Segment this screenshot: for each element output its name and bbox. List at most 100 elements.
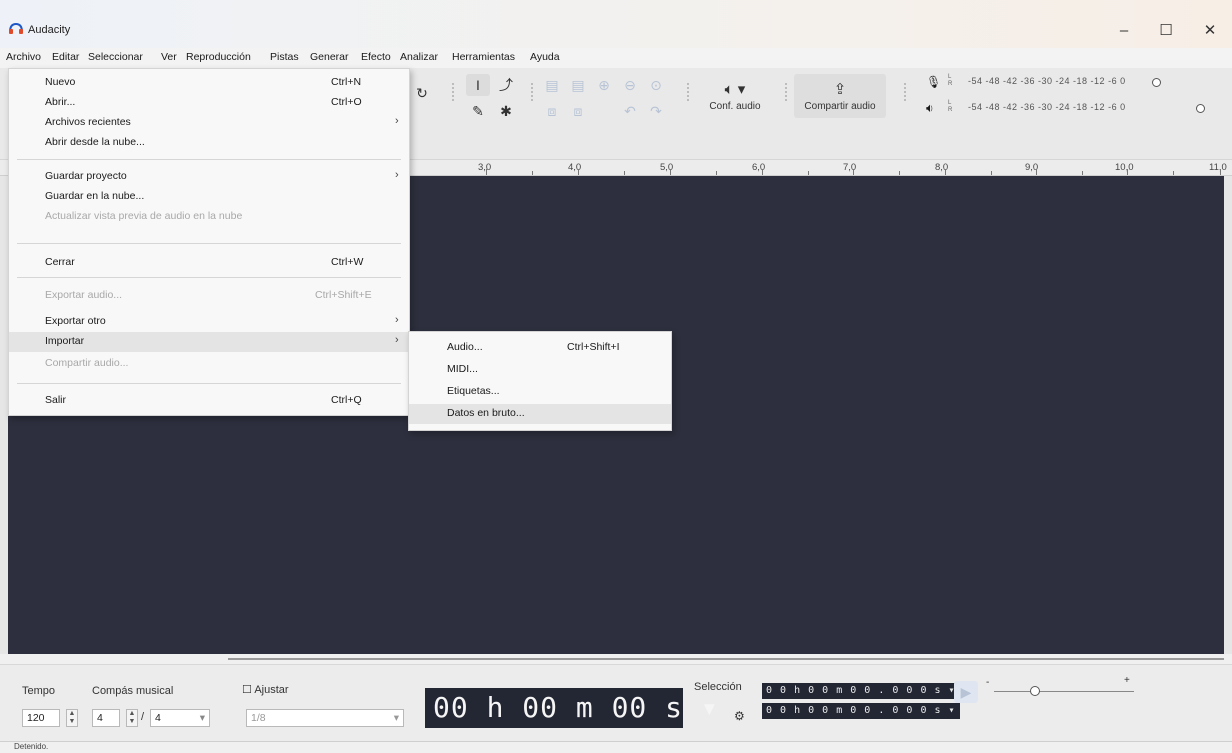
menu-separator <box>17 243 401 244</box>
submenu-item-midi[interactable]: MIDI... <box>409 360 671 380</box>
microphone-icon: 🎙︎ <box>926 75 942 89</box>
playback-meter-slider[interactable] <box>1196 104 1205 113</box>
zoom-fit-icon[interactable]: ⊙ <box>644 74 668 96</box>
menu-separator <box>17 277 401 278</box>
menu-item-nuevo[interactable]: Nuevo Ctrl+N <box>9 73 409 93</box>
menu-pistas[interactable]: Pistas <box>270 51 299 63</box>
menu-item-actualizar-vista: Actualizar vista previa de audio en la n… <box>45 210 243 222</box>
playback-meter[interactable]: 🔉︎ LR -54 -48 -42 -36 -30 -24 -18 -12 -6… <box>926 100 1220 118</box>
status-text: Detenido. <box>14 742 49 751</box>
menu-bar: Archivo Editar Seleccionar Ver Reproducc… <box>0 48 1232 68</box>
menu-item-cerrar[interactable]: Cerrar Ctrl+W <box>9 253 409 273</box>
playback-speed-knob[interactable] <box>1030 686 1040 696</box>
import-submenu: Audio... Ctrl+Shift+I MIDI... Etiquetas..… <box>408 331 672 431</box>
share-icon: ⇪ <box>833 80 847 98</box>
toolbar-grip[interactable] <box>451 82 455 102</box>
submenu-item-audio[interactable]: Audio... Ctrl+Shift+I <box>409 338 671 358</box>
toolbar-grip[interactable] <box>530 82 534 102</box>
close-button[interactable]: ✕ <box>1190 16 1230 44</box>
envelope-tool-icon[interactable]: ⤴ <box>494 74 518 96</box>
cut-icon[interactable]: ▤ <box>540 74 564 96</box>
menu-herramientas[interactable]: Herramientas <box>452 51 515 63</box>
chevron-right-icon: › <box>395 169 399 181</box>
selection-tool-icon[interactable]: I <box>466 74 490 96</box>
menu-separator <box>17 159 401 160</box>
trim-icon[interactable]: ⧈ <box>540 100 564 122</box>
toolbar-grip[interactable] <box>903 82 907 102</box>
time-signature-denominator[interactable]: 4 ▾ <box>150 709 210 727</box>
play-at-speed-icon[interactable]: ▶ <box>954 681 978 703</box>
file-menu: Nuevo Ctrl+N Abrir... Ctrl+O Archivos reci… <box>8 68 410 416</box>
window-title: Audacity <box>28 24 71 36</box>
toolbar-grip[interactable] <box>686 82 690 102</box>
menu-ver[interactable]: Ver <box>161 51 177 63</box>
toolbar-grip[interactable] <box>784 82 788 102</box>
ruler-label: 4,0 <box>568 162 582 173</box>
menu-item-exportar-otro[interactable]: Exportar otro › <box>9 312 409 332</box>
menu-efecto[interactable]: Efecto <box>361 51 391 63</box>
ruler-label: 6,0 <box>752 162 766 173</box>
minimize-button[interactable]: – <box>1104 16 1144 44</box>
menu-item-exportar-audio: Exportar audio... Ctrl+Shift+E <box>45 289 372 301</box>
menu-item-abrir[interactable]: Abrir... Ctrl+O <box>9 93 409 113</box>
menu-ayuda[interactable]: Ayuda <box>530 51 560 63</box>
menu-reproduccion[interactable]: Reproducción <box>186 51 251 63</box>
menu-item-guardar-proyecto[interactable]: Guardar proyecto › <box>9 167 409 187</box>
tempo-input[interactable]: 120 <box>22 709 60 727</box>
snap-checkbox-label[interactable]: ☐ Ajustar <box>242 683 289 696</box>
ruler-label: 7,0 <box>843 162 857 173</box>
settings-gear-icon[interactable]: ⚙ <box>734 709 745 723</box>
submenu-item-etiquetas[interactable]: Etiquetas... <box>409 382 671 402</box>
silence-icon[interactable]: ⧈ <box>566 100 590 122</box>
zoom-in-icon[interactable]: ⊕ <box>592 74 616 96</box>
record-meter[interactable]: 🎙︎ LR -54 -48 -42 -36 -30 -24 -18 -12 -6… <box>926 74 1220 92</box>
selection-start-time[interactable]: 0 0 h 0 0 m 0 0 . 0 0 0 s ▾ <box>762 683 960 699</box>
menu-archivo[interactable]: Archivo <box>6 51 41 63</box>
menu-analizar[interactable]: Analizar <box>400 51 438 63</box>
menu-item-guardar-nube[interactable]: Guardar en la nube... <box>9 187 409 207</box>
submenu-item-datos-en-bruto[interactable]: Datos en bruto... <box>409 404 671 424</box>
undo-icon[interactable]: ↶ <box>618 100 642 122</box>
maximize-button[interactable]: ☐ <box>1146 16 1186 44</box>
menu-seleccionar[interactable]: Seleccionar <box>88 51 143 63</box>
ruler-label: 10,0 <box>1115 162 1134 173</box>
tempo-label: Tempo <box>22 685 56 697</box>
ruler-label: 8,0 <box>935 162 949 173</box>
scrollbar-thumb[interactable] <box>228 658 1224 660</box>
tempo-stepper[interactable]: ▲ ▼ <box>66 709 78 727</box>
numerator-stepper[interactable]: ▲ ▼ <box>126 709 138 727</box>
menu-generar[interactable]: Generar <box>310 51 349 63</box>
audacity-logo-icon <box>9 22 23 34</box>
time-signature-label: Compás musical <box>92 685 174 697</box>
zoom-out-icon[interactable]: ⊖ <box>618 74 642 96</box>
chevron-right-icon: › <box>395 334 399 346</box>
time-signature-numerator[interactable]: 4 <box>92 709 120 727</box>
redo-icon[interactable]: ↷ <box>644 100 668 122</box>
menu-item-salir[interactable]: Salir Ctrl+Q <box>9 391 409 411</box>
menu-editar[interactable]: Editar <box>52 51 79 63</box>
multi-tool-icon[interactable]: ✱ <box>494 100 518 122</box>
draw-tool-icon[interactable]: ✎ <box>466 100 490 122</box>
speaker-meter-icon: 🔉︎ <box>926 101 934 115</box>
audio-setup-button[interactable]: 🔈︎ ▾ Conf. audio <box>696 74 774 118</box>
status-bar: Detenido. <box>0 741 1232 753</box>
snap-dropdown[interactable]: 1/8 ▾ <box>246 709 404 727</box>
chevron-right-icon: › <box>395 115 399 127</box>
ruler-label: 3,0 <box>478 162 492 173</box>
menu-item-importar[interactable]: Importar › <box>9 332 409 352</box>
horizontal-scrollbar[interactable] <box>0 654 1232 664</box>
time-display[interactable]: 00 h 00 m 00 s ▾ <box>425 688 718 728</box>
speaker-icon: 🔈︎ ▾ <box>724 80 746 98</box>
share-audio-button[interactable]: ⇪ Compartir audio <box>794 74 886 118</box>
menu-item-compartir-audio: Compartir audio... <box>45 357 129 369</box>
ruler-label: 11,0 <box>1209 162 1227 173</box>
menu-item-archivos-recientes[interactable]: Archivos recientes › <box>9 113 409 133</box>
playback-speed-slider[interactable] <box>994 691 1134 692</box>
record-meter-slider[interactable] <box>1152 78 1161 87</box>
title-bar: Audacity – ☐ ✕ <box>0 0 1232 48</box>
copy-icon[interactable]: ▤ <box>566 74 590 96</box>
selection-end-time[interactable]: 0 0 h 0 0 m 0 0 . 0 0 0 s ▾ <box>762 703 960 719</box>
menu-item-abrir-nube[interactable]: Abrir desde la nube... <box>9 133 409 153</box>
loop-icon[interactable]: ↻ <box>410 82 434 104</box>
chevron-right-icon: › <box>395 314 399 326</box>
